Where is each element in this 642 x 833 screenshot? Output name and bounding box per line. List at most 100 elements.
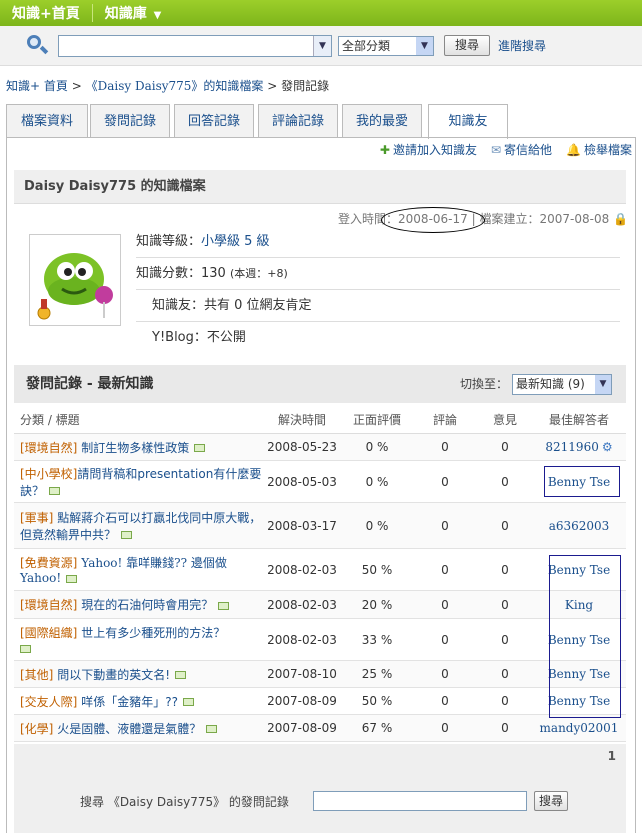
category-select-value: 全部分類 [342,38,391,53]
breadcrumb-profile[interactable]: 《Daisy Daisy775》的知識檔案 [86,79,264,93]
table-row: [環境自然] 制訂生物多樣性政策 2008-05-23 0 % 0 0 8211… [14,434,626,461]
question-positive: 25 % [361,667,393,681]
question-date: 2007-08-09 [267,721,337,735]
question-category[interactable]: [其他] [20,668,53,682]
question-date: 2007-08-10 [267,667,337,681]
level-value[interactable]: 小學級 5 級 [201,234,270,249]
window-icon[interactable] [194,444,206,452]
page-number[interactable]: 1 [608,749,616,763]
tab-profile[interactable]: 檔案資料 [6,104,88,138]
question-opinions: 0 [501,667,509,681]
switch-select[interactable]: 最新知識 (9) ▼ [512,374,612,395]
profile-search-input[interactable] [313,791,527,811]
question-cell: [中小學校]請問背稿和presentation有什麼要訣？ [14,461,262,502]
nav-library-link[interactable]: 知識庫 ▼ [93,3,174,23]
annotation-box [549,555,621,718]
question-title[interactable]: 咩係「金豬年」?? [81,695,178,709]
question-category[interactable]: [國際組織] [20,626,77,640]
blog-label: Y!Blog： [152,330,207,345]
switch-select-value: 最新知識 (9) [516,377,585,391]
search-input[interactable]: ▼ [58,34,332,57]
nav-home-link[interactable]: 知識+首頁 [0,3,92,23]
question-title[interactable]: 火是固體、液體還是氣體？ [57,722,201,736]
plus-icon: ✚ [379,143,390,157]
send-mail-link[interactable]: ✉ 寄信給他 [491,141,552,158]
table-row: [化學] 火是固體、液體還是氣體？ 2007-08-09 67 % 0 0 ma… [14,715,626,742]
table-row: [其他] 問以下動畫的英文名! 2007-08-10 25 % 0 0 Benn… [14,661,626,688]
col-comments: 評論 [432,413,457,427]
invite-friend-link[interactable]: ✚ 邀請加入知識友 [380,141,477,158]
best-answerer-link[interactable]: 8211960 [545,440,598,454]
tab-friends[interactable]: 知識友 [428,104,508,139]
window-icon[interactable] [66,574,78,583]
question-opinions: 0 [501,474,509,489]
window-icon[interactable] [175,671,187,679]
tab-questions[interactable]: 發問記錄 [90,104,170,138]
profile-search-button[interactable]: 搜尋 [534,791,569,811]
window-icon[interactable] [49,487,61,495]
avatar [29,234,121,326]
category-select[interactable]: 全部分類 ▼ [338,35,434,56]
window-icon[interactable] [218,601,230,610]
question-cell: [免費資源] Yahoo! 靠咩賺錢?? 邊個做Yahoo! [14,549,262,590]
question-opinions: 0 [501,597,509,612]
question-cell: [環境自然] 制訂生物多樣性政策 [14,434,262,460]
window-icon[interactable] [206,725,218,733]
lock-icon: 🔒 [613,212,628,226]
window-icon[interactable] [182,698,194,706]
search-button[interactable]: 搜尋 [444,35,491,56]
question-category[interactable]: [交友人際] [20,695,77,709]
tab-reviews[interactable]: 評論記錄 [258,104,338,138]
gear-icon: ⚙ [601,440,613,454]
chevron-down-icon: ▼ [595,375,611,394]
chevron-down-icon: ▼ [416,36,433,55]
report-profile-label: 檢舉檔案 [583,143,632,157]
advanced-search-link[interactable]: 進階搜尋 [498,37,546,54]
window-icon[interactable] [20,644,31,653]
breadcrumb-home[interactable]: 知識+ 首頁 [6,79,68,93]
question-category[interactable]: [軍事] [20,511,53,525]
tab-favorites[interactable]: 我的最愛 [342,104,422,138]
question-category[interactable]: [化學] [20,722,53,736]
blog-value: 不公開 [206,330,246,345]
question-title[interactable]: 制訂生物多樣性政策 [81,441,189,455]
score-week: (本週：+8) [229,267,288,280]
question-title[interactable]: 問以下動畫的英文名! [57,668,170,682]
question-category[interactable]: [環境自然] [20,441,77,455]
score-value: 130 [201,266,226,281]
question-date: 2008-05-03 [267,474,337,489]
question-category[interactable]: [免費資源] [20,556,77,570]
question-date: 2008-03-17 [267,518,337,533]
nav-library-label: 知識庫 [104,6,147,22]
tab-answers[interactable]: 回答記錄 [174,104,254,138]
col-positive: 正面評價 [352,413,401,427]
send-mail-label: 寄信給他 [504,143,553,157]
question-category[interactable]: [環境自然] [20,598,77,612]
table-header: 分類 / 標題 解決時間 正面評價 評論 意見 最佳解答者 [14,406,626,434]
question-comments: 0 [441,597,449,612]
search-history-dropdown[interactable]: ▼ [313,35,331,56]
question-title[interactable]: 現在的石油何時會用完？ [81,598,213,612]
profile-search-label: 搜尋 《Daisy Daisy775》 的發問記錄 [80,795,289,809]
window-icon[interactable] [121,531,133,539]
level-label: 知識等級： [136,234,202,249]
question-date: 2008-02-03 [267,562,337,577]
question-cell: [交友人際] 咩係「金豬年」?? [14,688,262,714]
best-answerer: 8211960 ⚙ [532,434,626,460]
question-positive: 0 % [365,518,389,533]
question-opinions: 0 [501,518,509,533]
best-answerer-link[interactable]: mandy02001 [540,721,619,735]
question-title[interactable]: 點解蔣介石可以打贏北伐同中原大戰，但竟然輸畀中共？ [20,511,261,542]
info-friends-row: 知識友：共有 0 位網友肯定 [136,290,620,322]
question-title[interactable]: 世上有多少種死刑的方法？ [81,626,225,640]
table-row: [免費資源] Yahoo! 靠咩賺錢?? 邊個做Yahoo! 2008-02-0… [14,549,626,591]
best-answerer-link[interactable]: a6362003 [549,519,610,533]
questions-header: 發問記錄 - 最新知識 切換至： 最新知識 (9) ▼ [14,365,626,403]
breadcrumb-separator: > [267,79,278,93]
created-date: 2007-08-08 [539,212,610,226]
questions-table: 分類 / 標題 解決時間 正面評價 評論 意見 最佳解答者 [環境自然] 制訂生… [14,406,626,742]
question-category[interactable]: [中小學校] [20,467,77,481]
annotation-box [544,466,620,497]
info-blog-row: Y!Blog：不公開 [136,322,620,354]
report-profile-link[interactable]: 🔔 檢舉檔案 [566,141,632,158]
